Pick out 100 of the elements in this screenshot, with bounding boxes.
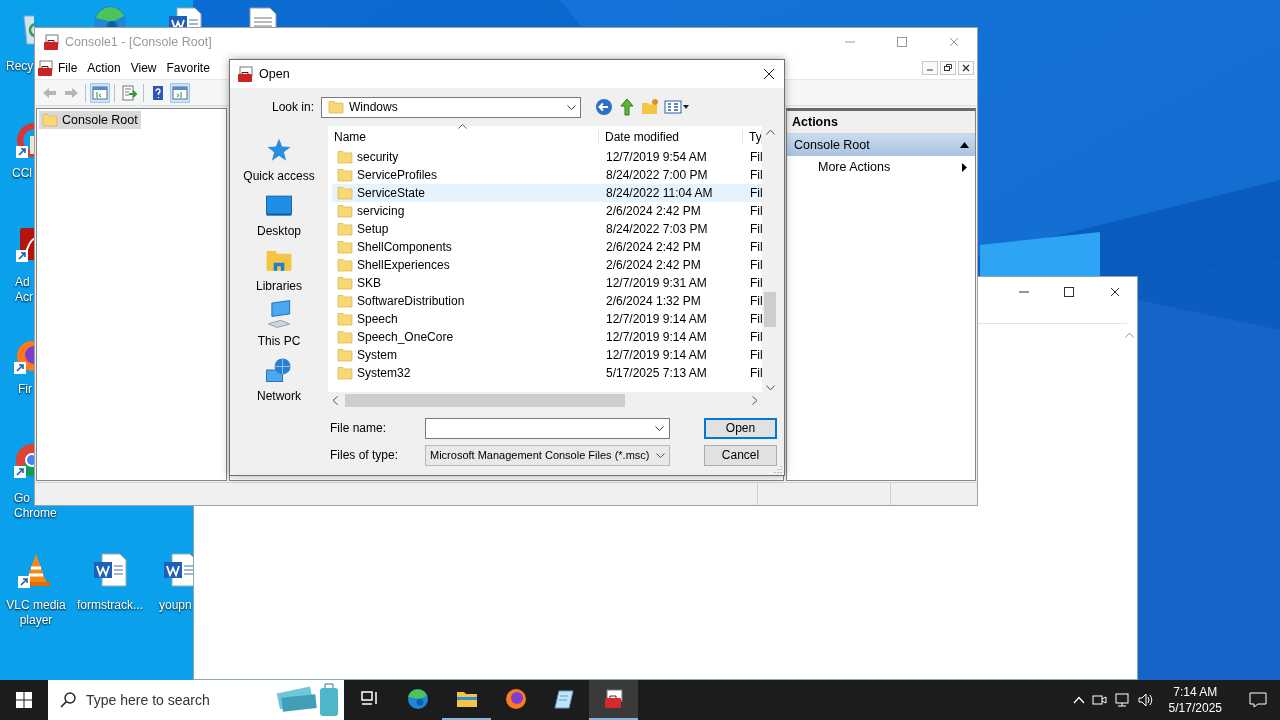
file-row[interactable]: Speech_OneCore 12/7/2019 9:14 AM Fil	[332, 328, 762, 346]
field-label: Look in:	[270, 100, 315, 114]
collapse-icon[interactable]	[960, 142, 969, 148]
file-name: Speech_OneCore	[357, 330, 454, 344]
file-row[interactable]: System 12/7/2019 9:14 AM Fil	[332, 346, 762, 364]
folder-icon	[337, 329, 353, 345]
places-item[interactable]: Quick access	[243, 134, 315, 189]
file-type: Fil	[749, 222, 764, 236]
file-row[interactable]: Speech 12/7/2019 9:14 AM Fil	[332, 310, 762, 328]
notification-icon[interactable]	[1249, 692, 1267, 708]
file-name-field[interactable]	[425, 417, 670, 439]
file-type: Fil	[749, 312, 764, 326]
places-item[interactable]: Desktop	[257, 189, 301, 244]
scroll-right-icon[interactable]	[752, 396, 758, 405]
toolbox-icon[interactable]	[37, 59, 53, 76]
field-label: Files of type:	[330, 448, 400, 462]
clock[interactable]: 7:14 AM 5/17/2025	[1160, 684, 1230, 716]
date-modified: 8/24/2022 11:04 AM	[605, 186, 714, 200]
back-icon[interactable]	[595, 98, 613, 116]
file-type-dropdown[interactable]: Microsoft Management Console Files (*.msc)	[425, 444, 670, 466]
cancel-button[interactable]: Cancel	[704, 444, 777, 466]
places-item[interactable]: Libraries	[256, 244, 302, 299]
folder-icon	[337, 365, 353, 381]
file-name: ShellComponents	[357, 240, 452, 254]
scroll-down-icon[interactable]	[765, 385, 775, 391]
file-row[interactable]: ServiceState 8/24/2022 11:04 AM Fil	[332, 184, 762, 202]
file-row[interactable]: ShellExperiences 2/6/2024 2:42 PM Fil	[332, 256, 762, 274]
desktop-icon-label: Recy	[6, 59, 34, 74]
date-modified: 12/7/2019 9:14 AM	[605, 312, 708, 326]
tree-item[interactable]: Console Root	[39, 111, 141, 129]
file-row[interactable]: ServiceProfiles 8/24/2022 7:00 PM Fil	[332, 166, 762, 184]
file-type: Fil	[749, 204, 764, 218]
scroll-left-icon[interactable]	[332, 396, 338, 405]
taskbar-button[interactable]	[589, 680, 638, 720]
file-name: ServiceState	[357, 186, 426, 200]
column-header[interactable]: Name	[328, 130, 599, 144]
desktop-icon-label: Fir	[18, 382, 33, 397]
menu-item[interactable]: Favorite	[161, 57, 215, 78]
resize-grip-icon[interactable]	[774, 465, 782, 473]
scrollbar-thumb[interactable]	[764, 292, 776, 327]
file-row[interactable]: SKB 12/7/2019 9:31 AM Fil	[332, 274, 762, 292]
toolbar-button[interactable]	[90, 82, 110, 103]
open-button[interactable]: Open	[704, 417, 777, 439]
desktop-icon-label: Go	[14, 491, 31, 506]
edge-icon	[405, 687, 430, 711]
file-row[interactable]: System32 5/17/2025 7:13 AM Fil	[332, 364, 762, 382]
column-header[interactable]: Date modified	[599, 130, 743, 144]
file-type: Fil	[749, 348, 764, 362]
sort-ascending-icon	[458, 124, 467, 129]
toolbar-button[interactable]	[119, 82, 139, 103]
word-document-icon[interactable]	[92, 552, 128, 588]
network-icon[interactable]	[1112, 692, 1131, 708]
desktop-icon-label: Acr	[15, 290, 34, 305]
maximize-icon[interactable]	[1064, 287, 1074, 297]
folder-icon	[328, 99, 344, 115]
file-row[interactable]: servicing 2/6/2024 2:42 PM Fil	[332, 202, 762, 220]
action-item[interactable]: More Actions	[787, 156, 975, 178]
look-in-dropdown[interactable]: Windows	[321, 96, 581, 118]
file-type: Fil	[749, 150, 764, 164]
menu-item[interactable]: View	[125, 57, 162, 78]
up-arrow-icon[interactable]	[618, 98, 636, 116]
desktop-icon-label: VLC media	[5, 598, 67, 613]
file-row[interactable]: Setup 8/24/2022 7:03 PM Fil	[332, 220, 762, 238]
scrollbar-thumb[interactable]	[345, 394, 625, 407]
ccleaner-icon[interactable]	[16, 122, 34, 158]
file-name: ShellExperiences	[357, 258, 450, 272]
search-box[interactable]: Type here to search	[48, 680, 344, 720]
file-row[interactable]: ShellComponents 2/6/2024 2:42 PM Fil	[332, 238, 762, 256]
camera-icon[interactable]	[1090, 692, 1107, 708]
file-name: System32	[357, 366, 411, 380]
file-row[interactable]: security 12/7/2019 9:54 AM Fil	[332, 148, 762, 166]
menu-item[interactable]: File	[53, 57, 83, 78]
restore-icon[interactable]	[940, 60, 956, 75]
desktop-icon-label: Ad	[15, 275, 31, 290]
volume-icon[interactable]	[1136, 692, 1155, 708]
scroll-up-icon[interactable]	[765, 129, 775, 135]
action-section-header[interactable]: Console Root	[787, 134, 975, 156]
date-modified: 12/7/2019 9:14 AM	[605, 348, 708, 362]
file-name: ServiceProfiles	[357, 168, 438, 182]
export-icon	[121, 84, 137, 101]
chevron-down-icon	[656, 452, 665, 458]
date-modified: 12/7/2019 9:54 AM	[605, 150, 708, 164]
firefox-icon	[503, 687, 528, 711]
windows-logo-icon	[16, 692, 32, 708]
close-icon[interactable]	[763, 68, 775, 80]
file-type: Fil	[749, 294, 764, 308]
file-row[interactable]: SoftwareDistribution 2/6/2024 1:32 PM Fil	[332, 292, 762, 310]
places-item[interactable]: Network	[257, 354, 301, 409]
menu-item[interactable]: Action	[82, 57, 126, 78]
places-item[interactable]: This PC	[257, 299, 301, 354]
view-menu-icon[interactable]	[664, 99, 690, 115]
date-modified: 12/7/2019 9:14 AM	[605, 330, 708, 344]
chevron-up-icon[interactable]	[1072, 696, 1085, 704]
chevron-down-icon	[567, 104, 576, 110]
file-type: Fil	[749, 240, 764, 254]
folder-icon	[42, 112, 58, 128]
close-icon[interactable]	[1110, 287, 1120, 297]
toolbar-button[interactable]	[170, 82, 190, 103]
date-modified: 8/24/2022 7:03 PM	[605, 222, 709, 236]
submenu-arrow-icon	[962, 162, 967, 172]
